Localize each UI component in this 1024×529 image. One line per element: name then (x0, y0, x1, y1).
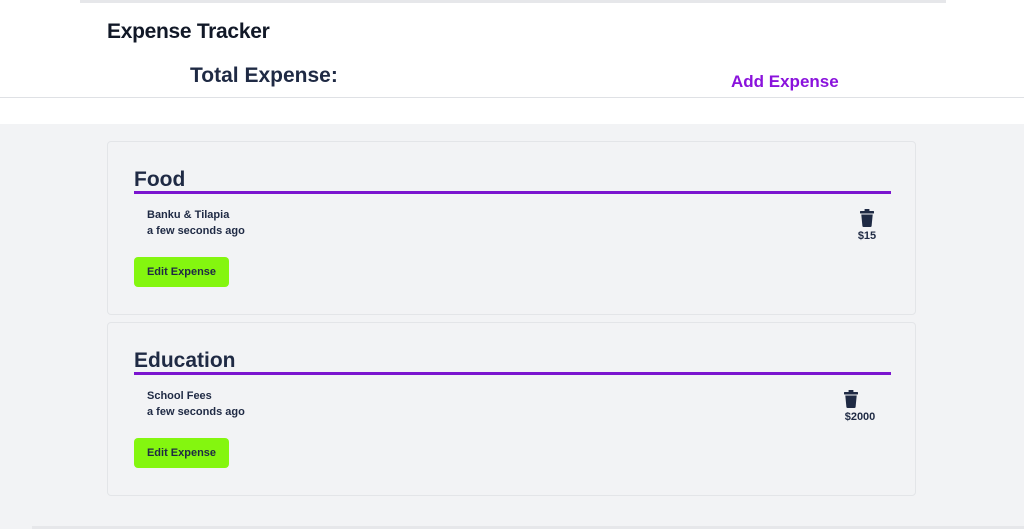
category-title: Food (134, 168, 186, 191)
edit-expense-button[interactable]: Edit Expense (134, 257, 229, 287)
category-divider (134, 191, 891, 194)
expense-amount: $2000 (844, 411, 876, 423)
expense-name: Banku & Tilapia (147, 209, 230, 221)
app-header: Expense Tracker Total Expense: Add Expen… (0, 0, 1024, 124)
header-divider (0, 97, 1024, 98)
top-strip (80, 0, 946, 3)
category-card-education: Education School Fees a few seconds ago … (107, 322, 916, 496)
app-title: Expense Tracker (107, 20, 270, 43)
category-title: Education (134, 349, 236, 372)
expense-name: School Fees (147, 390, 212, 402)
expense-time: a few seconds ago (147, 406, 245, 418)
add-expense-link[interactable]: Add Expense (731, 72, 839, 92)
trash-icon[interactable] (860, 209, 874, 227)
edit-expense-button[interactable]: Edit Expense (134, 438, 229, 468)
total-expense-label: Total Expense: (190, 64, 338, 87)
trash-icon[interactable] (844, 390, 858, 408)
category-card-food: Food Banku & Tilapia a few seconds ago $… (107, 141, 916, 315)
category-divider (134, 372, 891, 375)
expense-amount: $15 (857, 230, 877, 242)
expense-time: a few seconds ago (147, 225, 245, 237)
